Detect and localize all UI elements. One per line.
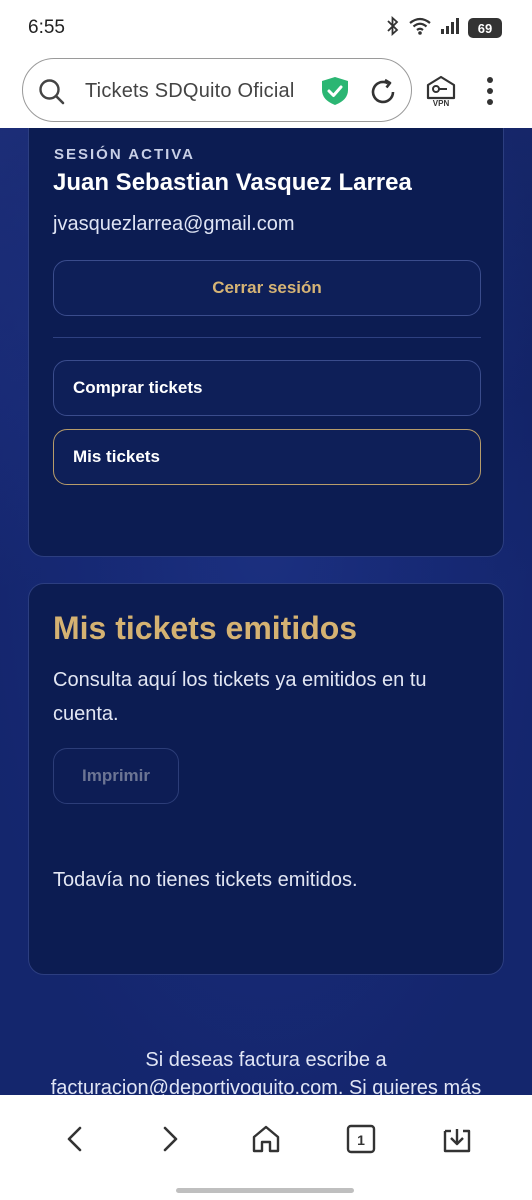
forward-icon[interactable] (152, 1121, 188, 1157)
my-tickets-button[interactable]: Mis tickets (53, 429, 481, 485)
tabs-button[interactable]: 1 (343, 1121, 379, 1157)
print-button[interactable]: Imprimir (53, 748, 179, 804)
more-options-icon[interactable] (482, 76, 498, 111)
wifi-icon (408, 16, 432, 41)
status-bar: 6:55 69 (0, 0, 532, 56)
downloads-icon[interactable] (439, 1121, 475, 1157)
session-card: SESIÓN ACTIVA Juan Sebastian Vasquez Lar… (28, 128, 504, 557)
issued-description: Consulta aquí los tickets ya emitidos en… (53, 669, 427, 725)
signal-icon (440, 17, 460, 40)
vpn-label: VPN (433, 99, 450, 108)
session-eyebrow: SESIÓN ACTIVA (54, 146, 196, 163)
issued-title: Mis tickets emitidos (53, 610, 358, 646)
status-time: 6:55 (28, 17, 65, 38)
address-text[interactable]: Tickets SDQuito Oficial (85, 80, 294, 103)
battery-indicator: 69 (468, 18, 502, 38)
vpn-button[interactable]: VPN (424, 74, 458, 113)
address-bar[interactable]: Tickets SDQuito Oficial (22, 58, 412, 122)
reload-icon[interactable] (367, 76, 399, 113)
footer-line-2[interactable]: facturacion@deportivoquito.com. Si quier… (0, 1074, 532, 1095)
search-icon (37, 77, 67, 112)
bluetooth-icon (386, 15, 400, 41)
tabs-count: 1 (357, 1132, 365, 1148)
back-icon[interactable] (57, 1121, 93, 1157)
divider (53, 337, 481, 338)
gesture-bar (176, 1188, 354, 1193)
status-icons: 69 (386, 15, 502, 41)
security-shield-icon[interactable] (319, 75, 351, 112)
home-icon[interactable] (248, 1121, 284, 1157)
browser-toolbar: Tickets SDQuito Oficial VPN (0, 56, 532, 128)
empty-message: Todavía no tienes tickets emitidos. (53, 869, 358, 891)
browser-bottom-nav: 1 (0, 1095, 532, 1200)
issued-tickets-card: Mis tickets emitidos Consulta aquí los t… (28, 583, 504, 975)
buy-tickets-button[interactable]: Comprar tickets (53, 360, 481, 416)
footer-line-1: Si deseas factura escribe a (145, 1049, 387, 1071)
web-content: SESIÓN ACTIVA Juan Sebastian Vasquez Lar… (0, 128, 532, 1095)
user-email: jvasquezlarrea@gmail.com (53, 213, 295, 235)
billing-footer: Si deseas factura escribe a facturacion@… (0, 1046, 532, 1095)
logout-button[interactable]: Cerrar sesión (53, 260, 481, 316)
user-name: Juan Sebastian Vasquez Larrea (53, 169, 412, 196)
